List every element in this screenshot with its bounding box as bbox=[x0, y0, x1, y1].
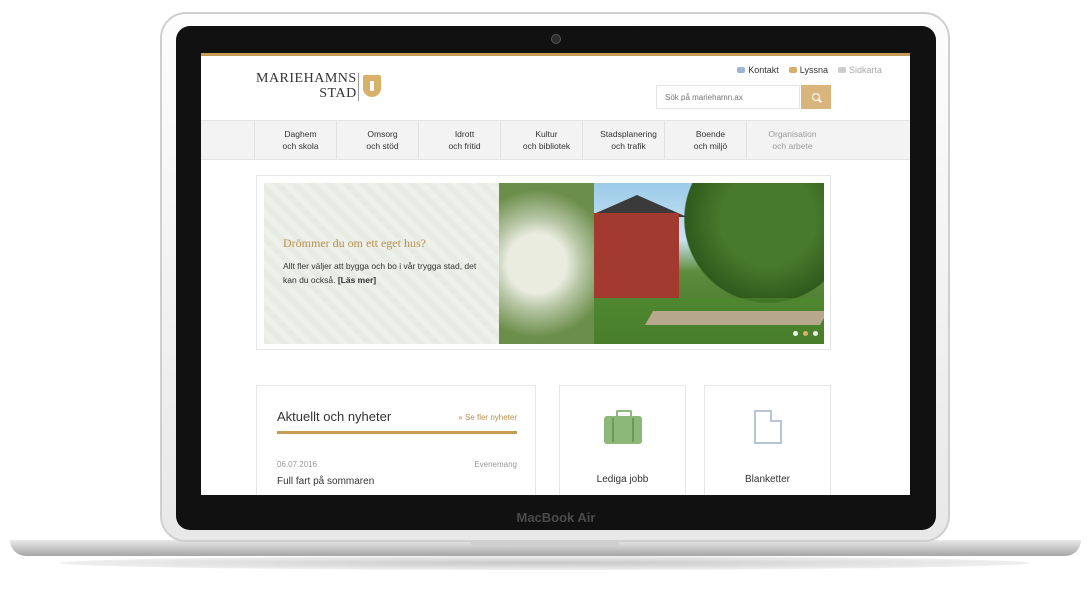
news-title: Aktuellt och nyheter bbox=[277, 409, 392, 424]
toplink-lyssna[interactable]: Lyssna bbox=[788, 65, 828, 75]
slider-dot-3[interactable] bbox=[813, 331, 818, 336]
search-icon bbox=[812, 93, 820, 101]
news-panel: Aktuellt och nyheter » Se fler nyheter 0… bbox=[256, 385, 536, 495]
nav-item-stadsplanering[interactable]: Stadsplanering och trafik bbox=[582, 121, 674, 159]
photo-path bbox=[644, 311, 824, 325]
chat-icon bbox=[737, 67, 746, 73]
nav-item-kultur[interactable]: Kultur och bibliotek bbox=[500, 121, 592, 159]
nav-label-2: och miljö bbox=[693, 141, 728, 151]
device-label: MacBook Air bbox=[516, 510, 596, 525]
card-label: Lediga jobb bbox=[596, 474, 649, 485]
toplink-label: Lyssna bbox=[799, 65, 828, 75]
nav-item-idrott[interactable]: Idrott och fritid bbox=[418, 121, 510, 159]
site-logo[interactable]: MARIEHAMNS STAD bbox=[256, 71, 357, 101]
search-input[interactable] bbox=[656, 85, 800, 109]
laptop-shadow bbox=[60, 556, 1030, 570]
news-headline[interactable]: Full fart på sommaren bbox=[277, 476, 374, 487]
nav-label-1: Kultur bbox=[535, 129, 558, 139]
accent-top-line bbox=[201, 53, 910, 56]
document-icon bbox=[754, 410, 782, 444]
nav-label-1: Stadsplanering bbox=[600, 129, 657, 139]
news-category[interactable]: Evenemang bbox=[474, 460, 517, 469]
see-more-news-link[interactable]: » Se fler nyheter bbox=[458, 413, 517, 422]
read-more-link[interactable]: [Läs mer] bbox=[338, 275, 376, 285]
nav-label-2: och trafik bbox=[611, 141, 646, 151]
hero-body: Allt fler väljer att bygga och bo i vår … bbox=[283, 261, 477, 285]
news-accent-bar bbox=[277, 431, 517, 434]
photo-lilac-bush bbox=[499, 183, 594, 344]
slider-dot-1[interactable] bbox=[793, 331, 798, 336]
hero-photo bbox=[499, 183, 824, 344]
slider-dots bbox=[793, 331, 818, 336]
nav-label-1: Idrott bbox=[454, 129, 475, 139]
nav-label-1: Daghem bbox=[284, 129, 317, 139]
card-label: Blanketter bbox=[744, 474, 791, 485]
nav-label-2: och stöd bbox=[366, 141, 399, 151]
hero-title: Drömmer du om ett eget hus? bbox=[283, 236, 426, 250]
nav-label-1: Organisation bbox=[768, 129, 817, 139]
hero-banner: Drömmer du om ett eget hus? Allt fler vä… bbox=[256, 175, 831, 350]
news-date: 06.07.2016 bbox=[277, 460, 318, 469]
nav-label-2: och arbete bbox=[772, 141, 813, 151]
nav-label-1: Omsorg bbox=[367, 129, 398, 139]
logo-divider bbox=[358, 73, 359, 101]
toplink-kontakt[interactable]: Kontakt bbox=[737, 65, 779, 75]
coat-of-arms-icon[interactable] bbox=[363, 75, 381, 97]
nav-item-omsorg[interactable]: Omsorg och stöd bbox=[336, 121, 428, 159]
main-navigation: Daghem och skola Omsorg och stöd Idrott … bbox=[201, 120, 910, 160]
toplink-sidkarta[interactable]: Sidkarta bbox=[837, 65, 882, 75]
photo-house bbox=[594, 213, 679, 298]
toplink-label: Kontakt bbox=[748, 65, 779, 75]
nav-item-boende[interactable]: Boende och miljö bbox=[664, 121, 756, 159]
hero-text: Allt fler väljer att bygga och bo i vår … bbox=[283, 259, 483, 287]
nav-label-2: och skola bbox=[282, 141, 319, 151]
nav-item-daghem[interactable]: Daghem och skola bbox=[254, 121, 346, 159]
logo-line-2: STAD bbox=[319, 86, 357, 101]
briefcase-icon bbox=[604, 410, 642, 444]
top-links: Kontakt Lyssna Sidkarta bbox=[737, 65, 882, 75]
sitemap-icon bbox=[837, 67, 846, 73]
nav-item-organisation[interactable]: Organisation och arbete bbox=[746, 121, 838, 159]
website-screen: MARIEHAMNS STAD Kontakt Lyssna Sidkarta … bbox=[201, 53, 910, 495]
toplink-label: Sidkarta bbox=[848, 65, 882, 75]
nav-label-2: och bibliotek bbox=[522, 141, 571, 151]
slider-dot-2[interactable] bbox=[803, 331, 808, 336]
search-button[interactable] bbox=[801, 85, 831, 109]
speaker-icon bbox=[788, 67, 797, 73]
card-blanketter[interactable]: Blanketter bbox=[704, 385, 831, 495]
nav-label-2: och fritid bbox=[448, 141, 481, 151]
card-lediga-jobb[interactable]: Lediga jobb bbox=[559, 385, 686, 495]
nav-label-1: Boende bbox=[695, 129, 726, 139]
camera-icon bbox=[551, 34, 561, 44]
logo-line-1: MARIEHAMNS bbox=[256, 71, 357, 86]
photo-trees bbox=[684, 183, 824, 303]
